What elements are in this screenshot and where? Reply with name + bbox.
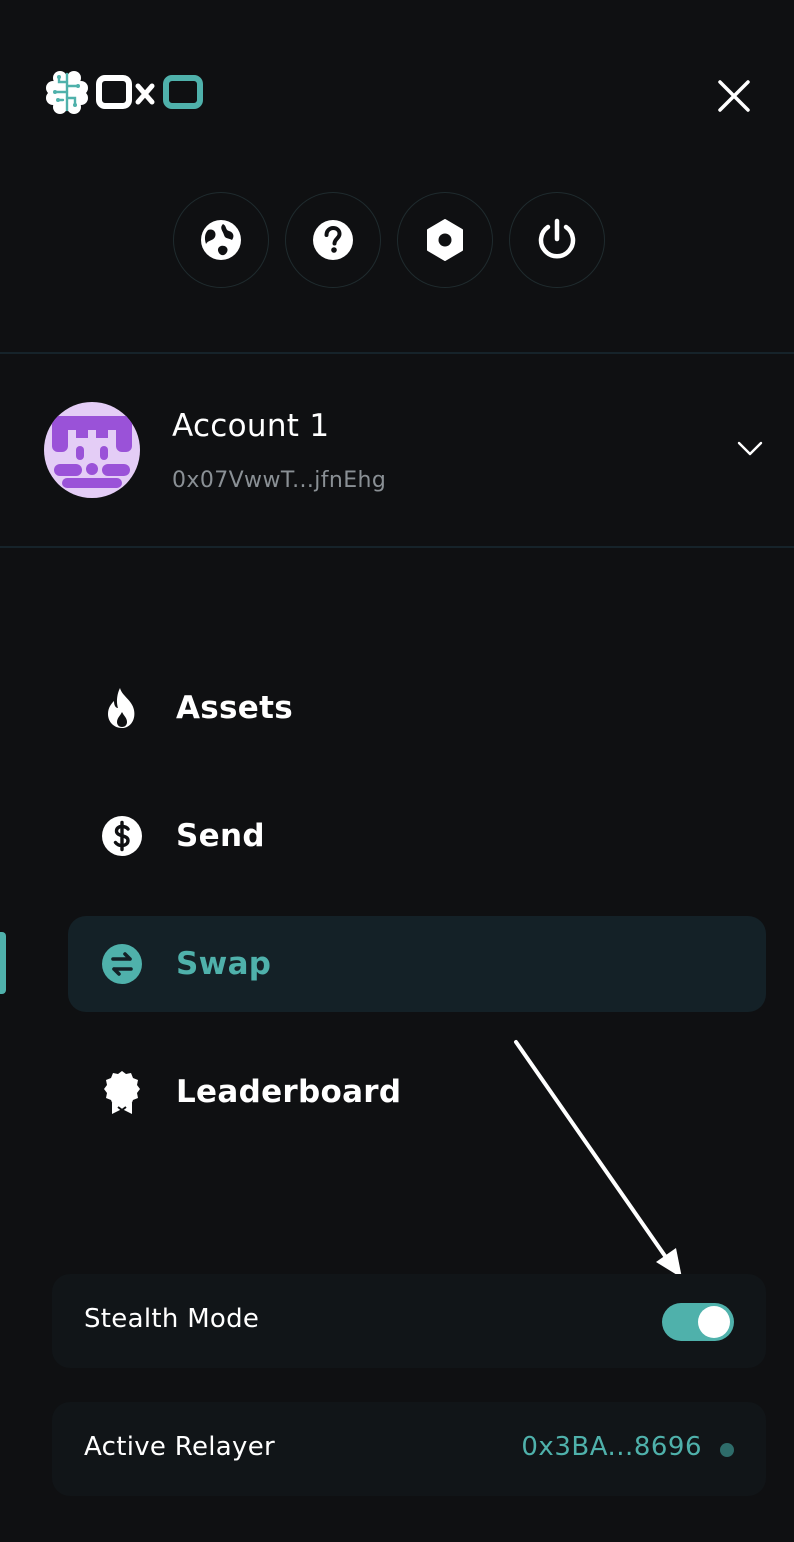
nav-item-send[interactable]: Send — [68, 788, 766, 884]
help-button[interactable] — [285, 192, 381, 288]
nav-label: Swap — [176, 946, 272, 982]
nav-item-assets[interactable]: Assets — [68, 660, 766, 756]
help-icon — [313, 220, 353, 260]
annotation-arrow — [514, 1040, 682, 1278]
close-button[interactable] — [712, 74, 756, 118]
nav-label: Leaderboard — [176, 1074, 402, 1110]
nav-item-swap[interactable]: Swap — [68, 916, 766, 1012]
relayer-address[interactable]: 0x3BA...8696 — [521, 1432, 702, 1462]
active-relayer-card: Active Relayer 0x3BA...8696 — [52, 1402, 766, 1496]
active-indicator — [0, 932, 6, 994]
stealth-mode-toggle[interactable] — [662, 1303, 734, 1341]
settings-icon — [427, 219, 463, 261]
nav-label: Send — [176, 818, 265, 854]
logo-wordmark — [96, 75, 203, 109]
brain-logo-icon — [46, 71, 88, 114]
quick-actions — [173, 192, 605, 288]
divider — [0, 546, 794, 548]
avatar-pattern — [52, 416, 132, 488]
stealth-mode-card: Stealth Mode — [52, 1274, 766, 1368]
flame-icon — [100, 686, 144, 730]
swap-icon — [100, 942, 144, 986]
toggle-knob — [698, 1306, 730, 1338]
stealth-mode-label: Stealth Mode — [84, 1304, 260, 1334]
close-icon — [718, 80, 750, 112]
power-icon — [538, 218, 576, 259]
account-name: Account 1 — [172, 408, 330, 444]
avatar — [44, 402, 140, 498]
dollar-icon — [100, 814, 144, 858]
award-icon — [100, 1070, 144, 1114]
network-button[interactable] — [173, 192, 269, 288]
account-address: 0x07VwwT...jfnEhg — [172, 468, 387, 493]
settings-button[interactable] — [397, 192, 493, 288]
active-relayer-label: Active Relayer — [84, 1432, 276, 1462]
status-dot — [720, 1443, 734, 1457]
app-logo — [44, 68, 208, 116]
sidebar-menu: Account 1 0x07VwwT...jfnEhg Assets Send — [0, 0, 794, 1542]
nav-label: Assets — [176, 690, 293, 726]
account-selector[interactable]: Account 1 0x07VwwT...jfnEhg — [0, 354, 794, 546]
chevron-down-icon[interactable] — [736, 438, 764, 458]
globe-icon — [201, 220, 241, 260]
power-button[interactable] — [509, 192, 605, 288]
